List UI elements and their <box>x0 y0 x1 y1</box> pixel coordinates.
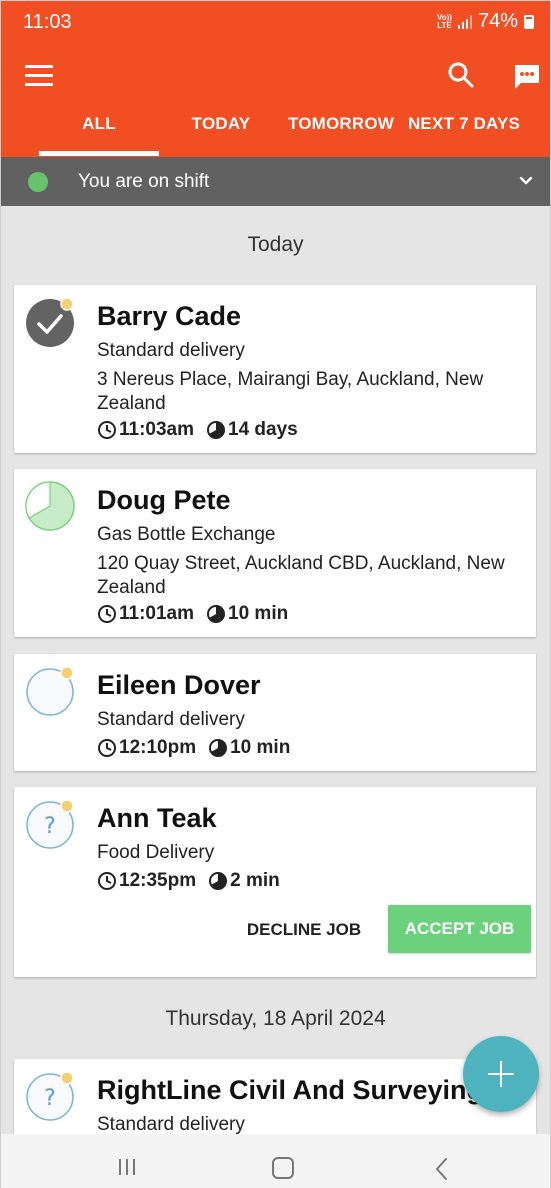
progress-pie-icon <box>25 481 75 531</box>
tab-today[interactable]: TODAY <box>171 101 271 157</box>
battery-percent: 74% <box>477 10 518 32</box>
tab-bar: ALL TODAY TOMORROW NEXT 7 DAYS <box>1 101 550 157</box>
battery-icon <box>524 14 534 29</box>
tab-all[interactable]: ALL <box>39 101 159 157</box>
job-customer-name: Ann Teak <box>97 803 217 833</box>
job-card[interactable]: ? RightLine Civil And Surveying Standard… <box>14 1059 536 1134</box>
signal-icon <box>457 14 472 29</box>
job-duration: 14 days <box>228 419 298 440</box>
job-type: Food Delivery <box>97 842 215 863</box>
job-meta: 11:03am 14 days <box>97 419 298 441</box>
status-indicators: Vo)) LTE 74% <box>437 10 534 33</box>
chevron-down-icon[interactable] <box>517 172 535 190</box>
duration-icon <box>207 421 226 439</box>
search-icon[interactable] <box>447 61 475 89</box>
chat-icon[interactable] <box>512 62 542 92</box>
volte-icon: Vo)) LTE <box>437 12 452 30</box>
shift-status-text: You are on shift <box>78 171 210 192</box>
job-address: 120 Quay Street, Auckland CBD, Auckland,… <box>97 553 505 598</box>
hamburger-menu-icon[interactable] <box>25 65 53 87</box>
clock-icon <box>98 605 116 623</box>
job-type: Standard delivery <box>97 340 245 361</box>
add-job-button[interactable] <box>463 1036 539 1112</box>
job-time: 11:03am <box>119 419 195 440</box>
job-meta: 11:01am 10 min <box>97 603 288 625</box>
section-header-today: Today <box>247 233 304 256</box>
app-header: 11:03 Vo)) LTE 74% ALL TODAY TOMORROW NEX… <box>1 1 550 157</box>
job-customer-name: RightLine Civil And Surveying <box>97 1075 484 1105</box>
shift-status-dot <box>28 172 48 192</box>
decline-job-button[interactable]: DECLINE JOB <box>234 907 374 953</box>
home-icon[interactable] <box>272 1157 294 1179</box>
accept-job-button[interactable]: ACCEPT JOB <box>388 905 531 953</box>
shift-status-bar[interactable]: You are on shift <box>1 157 550 206</box>
pending-circle-icon <box>26 666 74 716</box>
job-duration: 10 min <box>228 603 289 624</box>
job-type: Standard delivery <box>97 1114 245 1134</box>
job-card[interactable]: Doug Pete Gas Bottle Exchange 120 Quay S… <box>14 469 536 637</box>
unconfirmed-question-icon: ? <box>26 799 74 849</box>
tab-tomorrow[interactable]: TOMORROW <box>283 101 399 157</box>
job-card[interactable]: Eileen Dover Standard delivery 12:10pm 1… <box>14 654 536 771</box>
job-customer-name: Barry Cade <box>97 301 242 331</box>
status-bar: 11:03 Vo)) LTE 74% <box>1 1 550 45</box>
job-address: 3 Nereus Place, Mairangi Bay, Auckland, … <box>97 369 484 414</box>
duration-icon <box>209 739 228 757</box>
svg-text:?: ? <box>44 814 56 839</box>
toolbar <box>1 53 550 97</box>
tab-next-7-days[interactable]: NEXT 7 DAYS <box>405 101 523 157</box>
clock-icon <box>98 872 116 890</box>
job-time: 12:35pm <box>119 870 197 891</box>
job-time: 11:01am <box>119 603 195 624</box>
clock-icon <box>98 421 116 439</box>
duration-icon <box>209 872 228 890</box>
job-customer-name: Eileen Dover <box>97 670 261 700</box>
job-type: Standard delivery <box>97 709 245 730</box>
status-time: 11:03 <box>23 11 72 33</box>
system-nav-bar <box>1 1134 550 1188</box>
job-duration: 10 min <box>230 737 291 758</box>
duration-icon <box>207 605 226 623</box>
job-time: 12:10pm <box>119 737 197 758</box>
back-icon[interactable] <box>432 1157 452 1181</box>
completed-check-icon <box>26 297 74 347</box>
job-meta: 12:35pm 2 min <box>97 870 280 892</box>
job-meta: 12:10pm 10 min <box>97 737 290 759</box>
clock-icon <box>98 739 116 757</box>
section-header-date: Thursday, 18 April 2024 <box>165 1007 386 1030</box>
unconfirmed-question-icon: ? <box>26 1071 74 1121</box>
job-type: Gas Bottle Exchange <box>97 524 276 545</box>
recent-apps-icon[interactable] <box>117 1158 137 1176</box>
job-duration: 2 min <box>230 870 280 891</box>
job-card[interactable]: Barry Cade Standard delivery 3 Nereus Pl… <box>14 285 536 453</box>
active-tab-indicator <box>39 151 159 156</box>
svg-text:?: ? <box>44 1086 56 1111</box>
job-card[interactable]: ? Ann Teak Food Delivery 12:35pm 2 min D… <box>14 787 536 977</box>
job-customer-name: Doug Pete <box>97 485 231 515</box>
